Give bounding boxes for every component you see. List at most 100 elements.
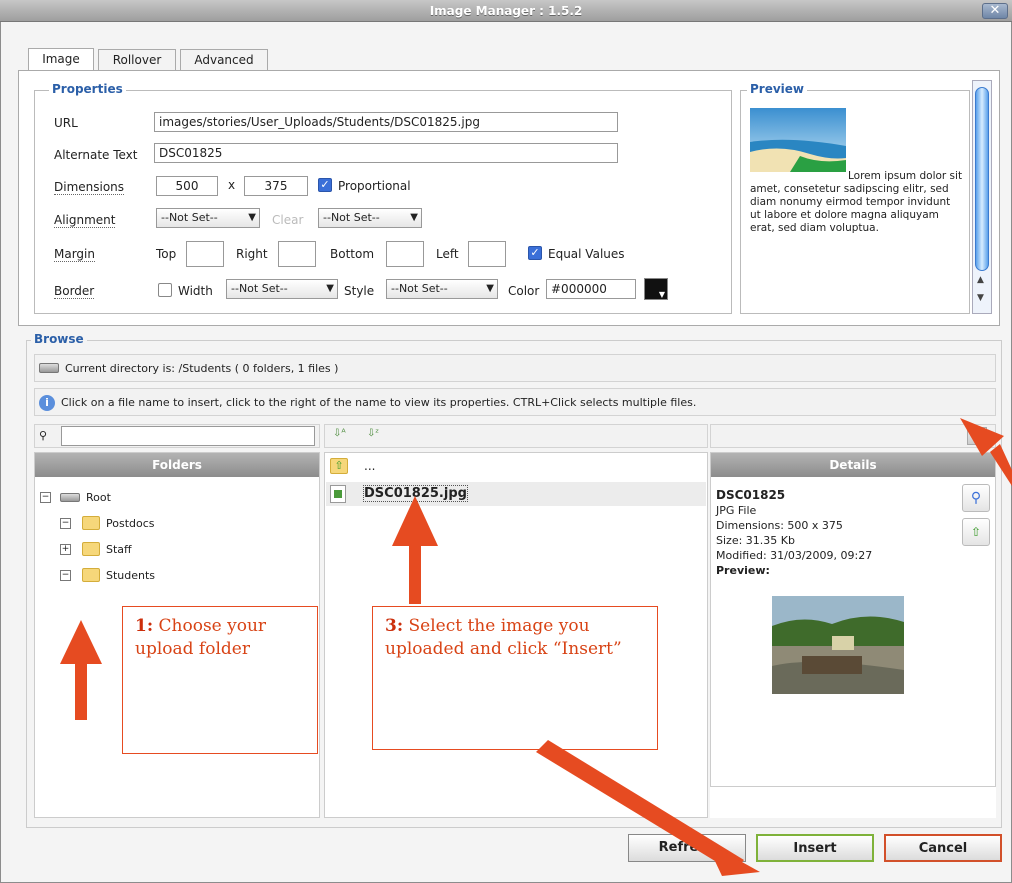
chevron-down-icon: ▼ <box>248 212 256 223</box>
chevron-down-icon: ▼ <box>410 212 418 223</box>
folder-item-students[interactable]: − Students <box>56 567 276 585</box>
clear-select-value: --Not Set-- <box>323 211 380 224</box>
margin-right-input[interactable] <box>278 241 316 267</box>
expand-icon[interactable]: + <box>60 544 71 555</box>
annotation-step-1-text: Choose your upload folder <box>135 616 267 659</box>
proportional-checkbox[interactable]: ✓ <box>318 178 332 192</box>
margin-top-label: Top <box>156 247 177 261</box>
collapse-icon[interactable]: − <box>60 518 71 529</box>
details-preview-label: Preview: <box>716 564 770 577</box>
border-color-label: Color <box>508 284 540 298</box>
title-bar: Image Manager : 1.5.2 <box>0 0 1012 22</box>
browse-legend: Browse <box>31 332 87 346</box>
color-picker-button[interactable]: ▼ <box>644 278 668 300</box>
scrollbar-thumb[interactable] <box>975 87 989 271</box>
height-input[interactable]: 375 <box>244 176 308 196</box>
border-checkbox[interactable] <box>158 283 172 297</box>
cancel-button[interactable]: Cancel <box>884 834 1002 862</box>
annotation-step-3-text: Select the image you uploaded and click … <box>385 616 622 659</box>
binoculars-icon: ⚲ <box>39 429 48 442</box>
folder-icon <box>82 568 100 582</box>
url-label: URL <box>54 116 78 130</box>
border-width-label: Width <box>178 284 213 298</box>
alignment-select-value: --Not Set-- <box>161 211 218 224</box>
alignment-label: Alignment <box>54 213 116 228</box>
details-modified: Modified: 31/03/2009, 09:27 <box>716 549 873 562</box>
tab-advanced[interactable]: Advanced <box>180 49 268 71</box>
details-toolbar: ⇧ <box>710 424 996 448</box>
margin-top-input[interactable] <box>186 241 224 267</box>
details-footer <box>710 786 996 818</box>
drive-icon <box>39 363 59 373</box>
folder-label-students: Students <box>106 569 156 582</box>
preview-legend: Preview <box>747 82 808 96</box>
details-size: Size: 31.35 Kb <box>716 534 795 547</box>
details-header: Details <box>711 453 995 477</box>
insert-file-icon[interactable]: ⇧ <box>962 518 990 546</box>
upload-icon[interactable]: ⇧ <box>967 427 987 445</box>
margin-left-input[interactable] <box>468 241 506 267</box>
times-sign: x <box>228 178 236 192</box>
border-color-input[interactable]: #000000 <box>546 279 636 299</box>
collapse-icon[interactable]: − <box>40 492 51 503</box>
margin-label: Margin <box>54 247 95 262</box>
folder-item-root[interactable]: − Root <box>36 489 276 507</box>
chevron-down-icon: ▼ <box>486 283 494 294</box>
image-file-icon <box>330 485 346 503</box>
border-style-select[interactable]: --Not Set-- ▼ <box>386 279 498 299</box>
collapse-icon[interactable]: − <box>60 570 71 581</box>
search-input[interactable] <box>61 426 315 446</box>
folder-up-icon: ⇧ <box>330 458 348 474</box>
tab-rollover[interactable]: Rollover <box>98 49 176 71</box>
margin-left-label: Left <box>436 247 459 261</box>
equal-values-label: Equal Values <box>548 247 625 261</box>
zoom-icon[interactable]: ⚲ <box>962 484 990 512</box>
close-button[interactable]: ✕ <box>982 3 1008 19</box>
folder-label-root: Root <box>86 491 111 504</box>
beach-preview-image <box>750 108 846 172</box>
folder-item-postdocs[interactable]: − Postdocs <box>56 515 276 533</box>
border-width-select[interactable]: --Not Set-- ▼ <box>226 279 338 299</box>
details-file-type: JPG File <box>716 504 757 517</box>
file-toolbar: ⇩ᴬ ⇩ᶻ <box>324 424 708 448</box>
folder-label-staff: Staff <box>106 543 132 556</box>
folder-icon <box>82 542 100 556</box>
width-input[interactable]: 500 <box>156 176 218 196</box>
scroll-down-icon[interactable]: ▼ <box>977 293 984 303</box>
alignment-select[interactable]: --Not Set-- ▼ <box>156 208 260 228</box>
file-preview-image <box>772 596 904 694</box>
sort-descending-icon[interactable]: ⇩ᶻ <box>367 428 379 439</box>
annotation-step-1-number: 1: <box>135 616 154 636</box>
url-input[interactable]: images/stories/User_Uploads/Students/DSC… <box>154 112 618 132</box>
margin-bottom-label: Bottom <box>330 247 375 261</box>
drive-icon <box>60 493 80 502</box>
current-directory-bar: Current directory is: /Students ( 0 fold… <box>34 354 996 382</box>
refresh-button[interactable]: Refresh <box>628 834 746 862</box>
search-bar: ⚲ <box>34 424 320 448</box>
border-width-value: --Not Set-- <box>231 282 288 295</box>
alt-text-input[interactable]: DSC01825 <box>154 143 618 163</box>
info-bar: i Click on a file name to insert, click … <box>34 388 996 416</box>
info-icon: i <box>39 395 55 411</box>
border-style-value: --Not Set-- <box>391 282 448 295</box>
info-text: Click on a file name to insert, click to… <box>61 396 697 409</box>
sort-ascending-icon[interactable]: ⇩ᴬ <box>333 428 346 439</box>
parent-folder-item[interactable]: ⇧ ... <box>326 456 706 478</box>
window-title: Image Manager : 1.5.2 <box>429 4 583 18</box>
folder-icon <box>82 516 100 530</box>
clear-select[interactable]: --Not Set-- ▼ <box>318 208 422 228</box>
current-directory-text: Current directory is: /Students ( 0 fold… <box>65 362 339 375</box>
details-file-name: DSC01825 <box>716 488 786 502</box>
details-dimensions: Dimensions: 500 x 375 <box>716 519 843 532</box>
file-item[interactable]: DSC01825.jpg <box>326 482 706 506</box>
margin-bottom-input[interactable] <box>386 241 424 267</box>
scroll-up-icon[interactable]: ▲ <box>977 275 984 285</box>
tab-image[interactable]: Image <box>28 48 94 72</box>
alt-text-label: Alternate Text <box>54 148 138 162</box>
folder-item-staff[interactable]: + Staff <box>56 541 276 559</box>
file-name[interactable]: DSC01825.jpg <box>363 485 468 502</box>
insert-button[interactable]: Insert <box>756 834 874 862</box>
chevron-down-icon: ▼ <box>326 283 334 294</box>
equal-values-checkbox[interactable]: ✓ <box>528 246 542 260</box>
preview-scrollbar[interactable]: ▲ ▼ <box>972 80 992 314</box>
